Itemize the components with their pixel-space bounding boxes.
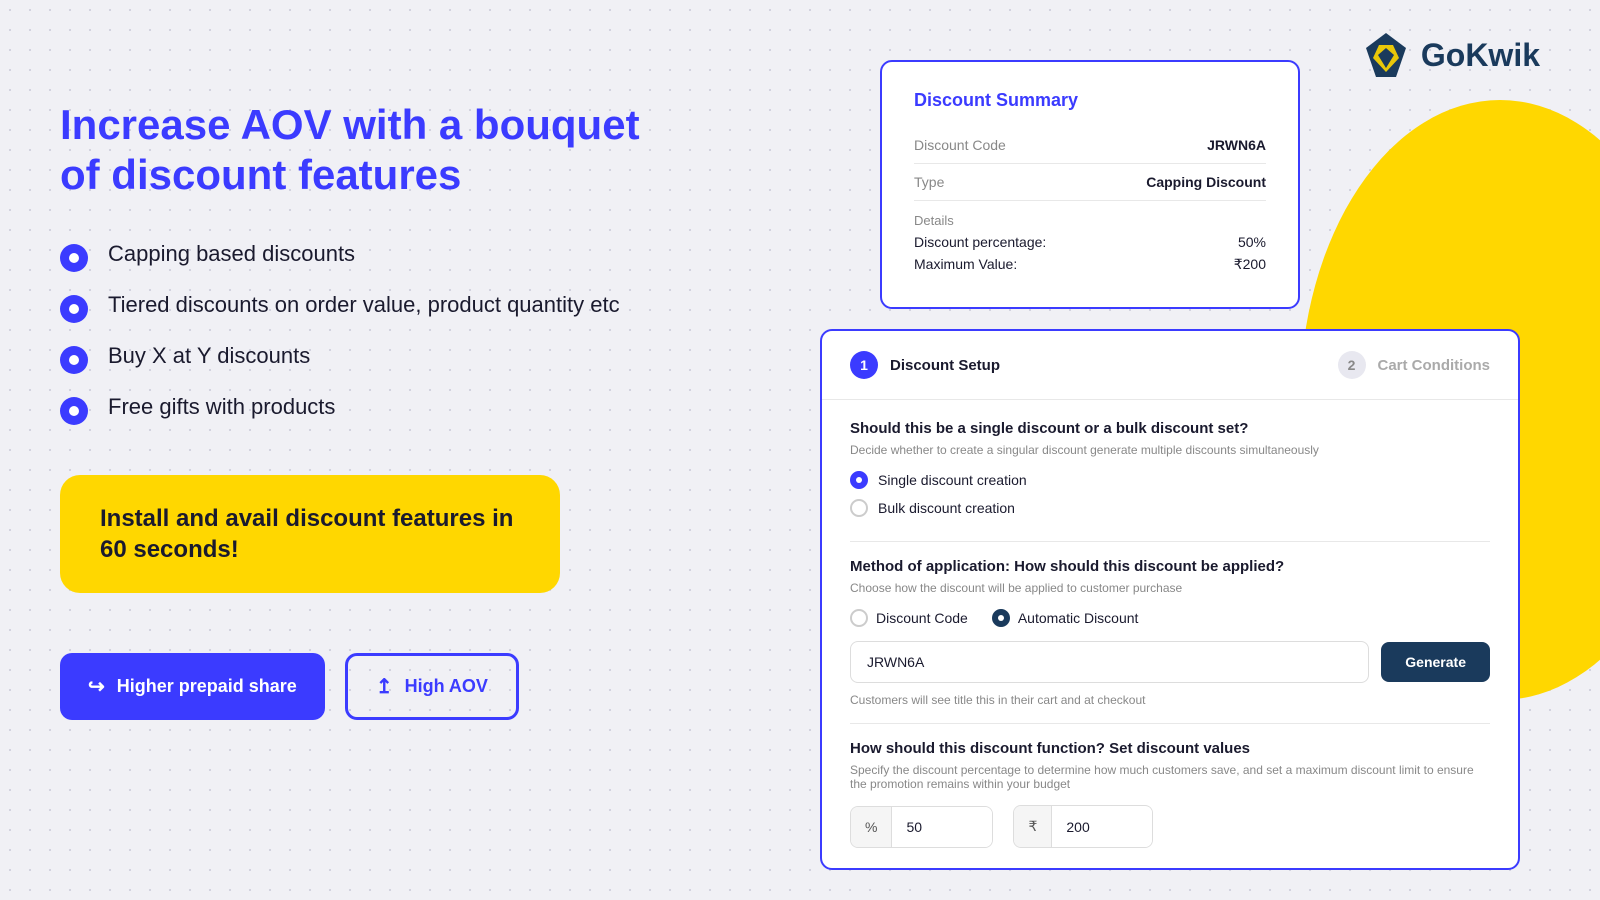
discount-code-label: Discount Code: [876, 610, 968, 626]
feature-list: Capping based discounts Tiered discounts…: [60, 241, 640, 425]
percentage-row: Discount percentage: 50%: [914, 234, 1266, 250]
discount-values-row: % ₹: [850, 805, 1490, 848]
rupee-input[interactable]: [1052, 807, 1152, 847]
code-input-row: Generate: [850, 641, 1490, 683]
divider1: [850, 541, 1490, 542]
bulk-discount-option[interactable]: Bulk discount creation: [850, 499, 1490, 517]
prepaid-btn-label: Higher prepaid share: [117, 676, 297, 697]
radio-active-inner: [998, 615, 1004, 621]
section1-question: Should this be a single discount or a bu…: [850, 420, 1490, 437]
feature-text: Tiered discounts on order value, product…: [108, 292, 620, 318]
list-item: Buy X at Y discounts: [60, 343, 640, 374]
section2-question: Method of application: How should this d…: [850, 558, 1490, 575]
type-value: Capping Discount: [1146, 174, 1266, 190]
right-section: Discount Summary Discount Code JRWN6A Ty…: [820, 60, 1520, 870]
percentage-value: 50%: [1238, 234, 1266, 250]
discount-code-option[interactable]: Discount Code: [850, 609, 968, 627]
max-label: Maximum Value:: [914, 256, 1017, 273]
bullet-inner: [69, 304, 79, 314]
radio-empty-dot: [850, 499, 868, 517]
discount-setup-card: 1 Discount Setup 2 Cart Conditions Shoul…: [820, 329, 1520, 870]
list-item: Free gifts with products: [60, 394, 640, 425]
automatic-discount-option[interactable]: Automatic Discount: [992, 609, 1139, 627]
radio-empty-discount-code: [850, 609, 868, 627]
feature-text: Capping based discounts: [108, 241, 355, 267]
method-radio-group: Discount Code Automatic Discount: [850, 609, 1490, 627]
feature-text: Buy X at Y discounts: [108, 343, 310, 369]
aov-icon: ↥: [376, 674, 393, 699]
step2-label: Cart Conditions: [1378, 357, 1491, 374]
card-body: Should this be a single discount or a bu…: [822, 400, 1518, 868]
action-buttons: ↪ Higher prepaid share ↥ High AOV: [60, 653, 640, 720]
single-discount-label: Single discount creation: [878, 472, 1027, 488]
code-hint-text: Customers will see title this in their c…: [850, 693, 1490, 707]
section1: Should this be a single discount or a bu…: [850, 420, 1490, 517]
bullet-inner: [69, 355, 79, 365]
bullet-icon: [60, 295, 88, 323]
automatic-discount-label: Automatic Discount: [1018, 610, 1139, 626]
section1-radio-group: Single discount creation Bulk discount c…: [850, 471, 1490, 517]
feature-text: Free gifts with products: [108, 394, 335, 420]
list-item: Capping based discounts: [60, 241, 640, 272]
section2-desc: Choose how the discount will be applied …: [850, 581, 1490, 595]
divider2: [850, 723, 1490, 724]
step2-number: 2: [1338, 351, 1366, 379]
bullet-icon: [60, 346, 88, 374]
step1-indicator: 1 Discount Setup: [850, 351, 1000, 379]
main-heading: Increase AOV with a bouquet of discount …: [60, 100, 640, 201]
radio-selected-dot: [850, 471, 868, 489]
code-input[interactable]: [850, 641, 1369, 683]
rupee-input-wrap: ₹: [1013, 805, 1153, 848]
percent-input-wrap: %: [850, 806, 993, 848]
section3-desc: Specify the discount percentage to deter…: [850, 763, 1490, 791]
type-label: Type: [914, 174, 944, 190]
prepaid-icon: ↪: [88, 674, 105, 699]
single-discount-option[interactable]: Single discount creation: [850, 471, 1490, 489]
higher-prepaid-share-button[interactable]: ↪ Higher prepaid share: [60, 653, 325, 720]
install-text: Install and avail discount features in 6…: [100, 503, 520, 565]
section3: How should this discount function? Set d…: [850, 740, 1490, 848]
step1-label: Discount Setup: [890, 357, 1000, 374]
generate-button[interactable]: Generate: [1381, 642, 1490, 682]
left-section: Increase AOV with a bouquet of discount …: [60, 100, 640, 720]
rupee-prefix: ₹: [1014, 806, 1052, 847]
code-label: Discount Code: [914, 137, 1006, 153]
percent-input[interactable]: [892, 807, 992, 847]
max-value: ₹200: [1234, 256, 1266, 273]
step2-indicator: 2 Cart Conditions: [1338, 351, 1491, 379]
bullet-icon: [60, 244, 88, 272]
section1-desc: Decide whether to create a singular disc…: [850, 443, 1490, 457]
list-item: Tiered discounts on order value, product…: [60, 292, 640, 323]
section3-question: How should this discount function? Set d…: [850, 740, 1490, 757]
bulk-discount-label: Bulk discount creation: [878, 500, 1015, 516]
card-header: 1 Discount Setup 2 Cart Conditions: [822, 331, 1518, 400]
logo-text: GoKwik: [1421, 37, 1540, 74]
max-value-row: Maximum Value: ₹200: [914, 256, 1266, 273]
summary-code-row: Discount Code JRWN6A: [914, 127, 1266, 164]
gokwik-logo-icon: [1361, 30, 1411, 80]
install-box: Install and avail discount features in 6…: [60, 475, 560, 593]
radio-active-auto: [992, 609, 1010, 627]
bullet-icon: [60, 397, 88, 425]
logo-area: GoKwik: [1361, 30, 1540, 80]
radio-inner: [856, 477, 862, 483]
bullet-inner: [69, 253, 79, 263]
discount-summary-card: Discount Summary Discount Code JRWN6A Ty…: [880, 60, 1300, 309]
discount-summary-title: Discount Summary: [914, 90, 1266, 111]
aov-btn-label: High AOV: [405, 676, 488, 697]
percentage-label: Discount percentage:: [914, 234, 1046, 250]
summary-type-row: Type Capping Discount: [914, 164, 1266, 201]
details-label: Details: [914, 201, 1266, 234]
step1-number: 1: [850, 351, 878, 379]
section2: Method of application: How should this d…: [850, 558, 1490, 707]
bullet-inner: [69, 406, 79, 416]
high-aov-button[interactable]: ↥ High AOV: [345, 653, 519, 720]
percent-prefix: %: [851, 807, 892, 847]
code-value: JRWN6A: [1207, 137, 1266, 153]
